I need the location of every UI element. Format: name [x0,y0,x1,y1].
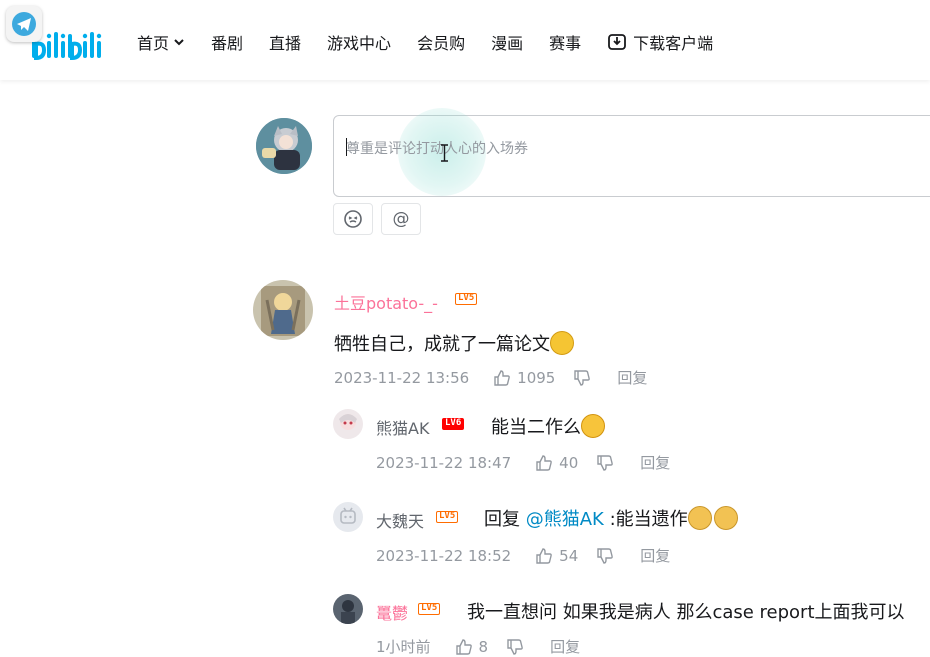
reply-username[interactable]: 大魏天 [376,508,424,532]
comment-text-content: 牺牲自己，成就了一篇论文 [334,334,550,355]
text-caret [346,138,347,156]
reply-button[interactable]: 回复 [617,367,647,388]
reply-username[interactable]: 熊猫AK [376,415,429,439]
reply-text-content: 能当二作么 [491,417,581,438]
reply-text: 回复 @熊猫AK :能当遗作 [484,505,738,531]
main-nav: 首页 番剧 直播 游戏中心 会员购 漫画 赛事 下载客户端 [137,30,739,54]
text-cursor-icon [441,144,448,162]
nav-game-center-label: 游戏中心 [327,34,392,53]
level-badge: LV5 [418,603,441,615]
thumbs-up-icon [536,547,552,564]
nav-anime-label: 番剧 [211,34,244,53]
reply-meta: 2023-11-22 18:52 54 回复 [376,545,670,566]
reply-meta: 2023-11-22 18:47 40 回复 [376,452,670,473]
like-button[interactable]: 54 [535,547,578,565]
mention-button[interactable]: @ [381,203,421,235]
dislike-button[interactable] [596,454,614,472]
comment-username[interactable]: 土豆potato-_- [334,290,438,314]
comment-meta: 2023-11-22 13:56 1095 回复 [334,367,647,388]
nav-esports[interactable]: 赛事 [549,30,581,54]
avatar[interactable] [333,502,363,532]
reply-text-content: :能当遗作 [603,509,688,530]
nav-live-label: 直播 [269,34,302,53]
nav-member-shop[interactable]: 会员购 [417,30,465,54]
thumbs-up-icon [494,369,510,386]
nav-download-client[interactable]: 下载客户端 [607,30,713,54]
laugh-cry-emoji [550,331,574,355]
doge-emoji [687,506,712,530]
thumbs-down-icon [574,369,591,386]
reply-time: 2023-11-22 18:47 [376,453,512,472]
level-badge: LV5 [436,511,459,523]
emoji-button[interactable] [333,203,373,235]
avatar[interactable] [333,594,363,624]
reply-username[interactable]: 鼍鬱 [376,600,408,624]
current-user-avatar[interactable] [256,118,312,174]
like-count: 1095 [517,368,556,387]
reply-prefix: 回复 [484,509,526,530]
nav-manga-label: 漫画 [491,34,524,53]
dislike-button[interactable] [573,369,591,387]
reply-time: 1小时前 [376,638,431,656]
comment-input-placeholder: 尊重是评论打动人心的入场券 [346,141,528,157]
reply-time: 2023-11-22 18:52 [376,546,512,565]
nav-anime[interactable]: 番剧 [211,30,243,54]
thumbs-down-icon [597,454,614,471]
level-badge: LV5 [455,293,478,305]
like-count: 40 [559,453,579,472]
emoji-face-icon [344,210,362,228]
shocked-emoji [581,414,605,438]
reply-button[interactable]: 回复 [550,636,580,657]
like-button[interactable]: 40 [535,454,578,472]
nav-member-shop-label: 会员购 [417,34,466,53]
top-navigation-bar: 首页 番剧 直播 游戏中心 会员购 漫画 赛事 下载客户端 [0,0,930,80]
nav-esports-label: 赛事 [549,34,582,53]
at-icon: @ [392,209,410,229]
nav-download-client-label: 下载客户端 [633,34,714,53]
reply-text: 我一直想问 如果我是病人 那么case report上面我可以 [467,602,905,623]
thumbs-up-icon [455,638,472,655]
nav-game-center[interactable]: 游戏中心 [327,30,391,54]
like-button[interactable]: 8 [455,637,489,656]
avatar[interactable] [333,409,363,439]
like-button[interactable]: 1095 [493,369,555,387]
comment-text: 牺牲自己，成就了一篇论文 [334,330,574,356]
nav-home[interactable]: 首页 [137,30,185,54]
thumbs-up-icon [536,454,552,471]
telegram-icon[interactable] [6,6,42,42]
dislike-button[interactable] [596,547,614,565]
level-badge: LV6 [442,418,465,430]
reply-text: 能当二作么 [491,413,605,439]
nav-home-label: 首页 [137,34,170,53]
comment-time: 2023-11-22 13:56 [334,368,470,387]
reply-meta: 1小时前 8 回复 [376,636,580,657]
nav-manga[interactable]: 漫画 [491,30,523,54]
download-icon [608,34,627,50]
nav-live[interactable]: 直播 [269,30,301,54]
mention-link[interactable]: @熊猫AK [526,509,604,530]
avatar[interactable] [253,280,313,340]
doge-emoji [713,506,738,530]
reply-button[interactable]: 回复 [640,452,670,473]
thumbs-down-icon [507,638,523,655]
reply-button[interactable]: 回复 [640,545,670,566]
dislike-button[interactable] [506,638,524,656]
like-count: 54 [559,546,579,565]
thumbs-down-icon [597,547,614,564]
like-count: 8 [478,637,489,656]
chevron-down-icon [174,39,184,46]
